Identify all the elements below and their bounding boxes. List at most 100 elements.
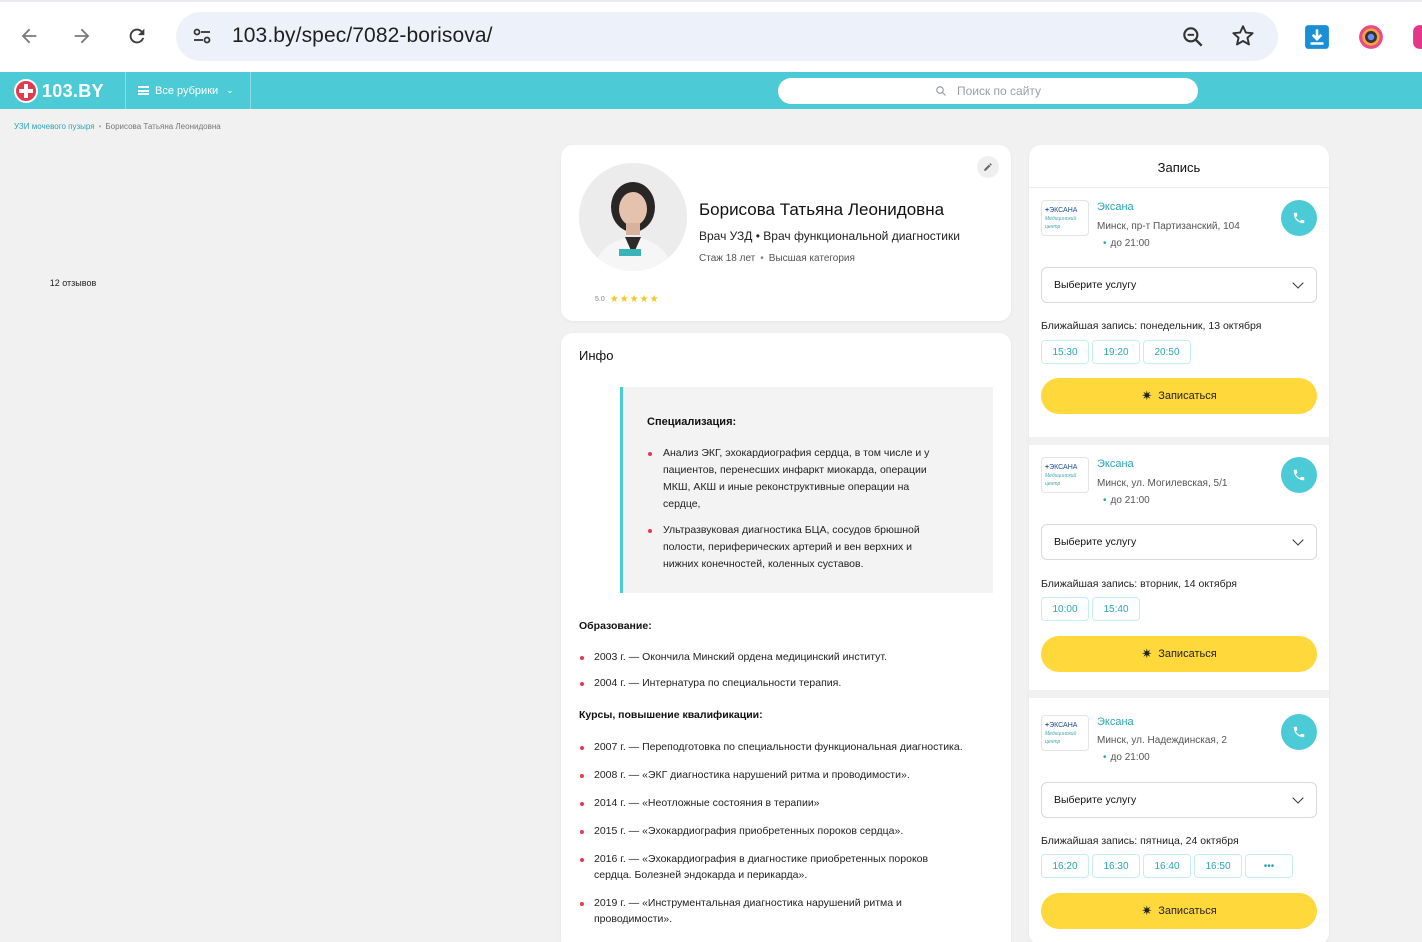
clinic-logo[interactable]: +ЭКСАНА Медицинский центр xyxy=(1041,200,1089,236)
call-button[interactable] xyxy=(1281,200,1317,236)
reload-button[interactable] xyxy=(121,20,153,52)
clinic-name-link[interactable]: Эксана xyxy=(1097,201,1134,213)
chevron-down-icon: ⌄ xyxy=(226,85,234,95)
pencil-icon xyxy=(984,163,992,171)
logo-cross-icon xyxy=(14,79,38,103)
clinic-hours: • до 21:00 xyxy=(1103,495,1150,506)
clinic-logo-subtext: Медицинский центр xyxy=(1045,473,1077,487)
dot-separator: • xyxy=(760,253,764,264)
book-appointment-button[interactable]: ✷ Записаться xyxy=(1041,636,1317,672)
search-placeholder: Поиск по сайту xyxy=(956,84,1042,98)
courses-title: Курсы, повышение квалификации: xyxy=(579,709,763,721)
sparkle-icon: ✷ xyxy=(1141,903,1153,918)
category-text: Высшая категория xyxy=(768,253,855,264)
breadcrumb-current: Борисова Татьяна Леонидовна xyxy=(105,122,221,131)
sparkle-icon: ✷ xyxy=(1141,388,1153,403)
time-slot[interactable]: 16:50 xyxy=(1194,854,1242,878)
list-item: 2016 г. — «Эхокардиография в диагностике… xyxy=(579,851,959,883)
clinic-logo-subtext: Медицинский центр xyxy=(1045,216,1077,230)
site-search-input[interactable]: Поиск по сайту xyxy=(778,78,1198,104)
clinic-logo-text: +ЭКСАНА xyxy=(1045,207,1078,214)
list-item: Анализ ЭКГ, эхокардиография сердца, в то… xyxy=(647,445,947,513)
list-item: 2003 г. — Окончила Минский ордена медици… xyxy=(579,649,999,665)
list-item: 2008 г. — «ЭКГ диагностика нарушений рит… xyxy=(579,767,999,783)
breadcrumb-separator: • xyxy=(98,122,102,131)
arrow-left-icon xyxy=(21,28,37,44)
booking-title: Запись xyxy=(1157,160,1201,175)
service-select[interactable]: Выберите услугу xyxy=(1041,524,1317,560)
time-slot[interactable]: 16:30 xyxy=(1092,854,1140,878)
clinic-logo[interactable]: +ЭКСАНА Медицинский центр xyxy=(1041,715,1089,751)
clinic-logo[interactable]: +ЭКСАНА Медицинский центр xyxy=(1041,457,1089,493)
browser-toolbar: 103.by/spec/7082-borisova/ xyxy=(0,0,1422,72)
call-button[interactable] xyxy=(1281,457,1317,493)
list-item: 2014 г. — «Неотложные состояния в терапи… xyxy=(579,795,999,811)
education-list: 2003 г. — Окончила Минский ордена медици… xyxy=(579,649,999,691)
book-button-label: Записаться xyxy=(1158,905,1217,917)
url-text: 103.by/spec/7082-borisova/ xyxy=(232,24,493,47)
clinic-separator xyxy=(1029,690,1329,698)
reviews-count[interactable]: 12 отзывов xyxy=(33,278,113,288)
doctor-experience: Стаж 18 лет • Высшая категория xyxy=(699,253,855,264)
time-slot[interactable]: 20:50 xyxy=(1143,340,1191,364)
time-slot[interactable]: 16:20 xyxy=(1041,854,1089,878)
book-button-label: Записаться xyxy=(1158,648,1217,660)
nearest-appointment: Ближайшая запись: понедельник, 13 октябр… xyxy=(1041,320,1262,332)
info-title: Инфо xyxy=(579,348,614,363)
profile-extension-icon[interactable] xyxy=(1412,24,1422,50)
site-logo[interactable]: 103.BY xyxy=(14,79,104,103)
time-slot[interactable]: 10:00 xyxy=(1041,597,1089,621)
clinic-name-link[interactable]: Эксана xyxy=(1097,716,1134,728)
clinic-hours: • до 21:00 xyxy=(1103,238,1150,249)
back-button[interactable] xyxy=(13,20,45,52)
forward-button[interactable] xyxy=(66,20,98,52)
service-select-value: Выберите услугу xyxy=(1054,794,1137,806)
list-item: Ультразвуковая диагностика БЦА, сосудов … xyxy=(647,522,947,573)
site-info-icon[interactable] xyxy=(190,24,214,48)
book-appointment-button[interactable]: ✷ Записаться xyxy=(1041,378,1317,414)
clinic-address: Минск, ул. Надеждинская, 2 xyxy=(1097,735,1227,746)
download-extension-icon[interactable] xyxy=(1304,24,1330,50)
list-item: 2007 г. — Переподготовка по специальност… xyxy=(579,739,999,755)
all-rubrics-menu[interactable]: Все рубрики ⌄ xyxy=(125,72,251,109)
arrow-right-icon xyxy=(74,28,90,44)
education-title: Образование: xyxy=(579,620,652,632)
edit-button[interactable] xyxy=(977,156,999,178)
logo-text: 103.BY xyxy=(42,80,104,101)
call-button[interactable] xyxy=(1281,714,1317,750)
rubrics-label: Все рубрики xyxy=(155,84,219,97)
search-icon xyxy=(936,86,946,96)
service-select[interactable]: Выберите услугу xyxy=(1041,782,1317,818)
more-slots-button[interactable]: ••• xyxy=(1245,854,1293,878)
bookmark-star-icon[interactable] xyxy=(1230,23,1256,49)
address-bar[interactable]: 103.by/spec/7082-borisova/ xyxy=(176,12,1278,61)
list-item: 2015 г. — «Эхокардиография приобретенных… xyxy=(579,823,999,839)
clinic-logo-text: +ЭКСАНА xyxy=(1045,464,1078,471)
open-dot-icon: • xyxy=(1103,495,1107,506)
clinic-hours: • до 21:00 xyxy=(1103,752,1150,763)
time-slot[interactable]: 15:30 xyxy=(1041,340,1089,364)
site-header: 103.BY Все рубрики ⌄ Поиск по сайту xyxy=(0,72,1422,109)
doctor-name: Борисова Татьяна Леонидовна xyxy=(699,200,945,219)
service-select[interactable]: Выберите услугу xyxy=(1041,267,1317,303)
list-item: 2019 г. — «Инструментальная диагностика … xyxy=(579,895,939,927)
camera-extension-icon[interactable] xyxy=(1358,24,1384,50)
clinic-address: Минск, пр-т Партизанский, 104 xyxy=(1097,221,1240,232)
breadcrumb-link[interactable]: УЗИ мочевого пузыря xyxy=(14,122,95,131)
experience-text: Стаж 18 лет xyxy=(699,253,756,264)
clinic-logo-text: +ЭКСАНА xyxy=(1045,722,1078,729)
service-select-value: Выберите услугу xyxy=(1054,536,1137,548)
time-slot[interactable]: 15:40 xyxy=(1092,597,1140,621)
clinic-name-link[interactable]: Эксана xyxy=(1097,458,1134,470)
zoom-icon[interactable] xyxy=(1180,24,1206,50)
doctor-avatar xyxy=(579,163,687,271)
nearest-appointment: Ближайшая запись: пятница, 24 октября xyxy=(1041,835,1239,847)
book-appointment-button[interactable]: ✷ Записаться xyxy=(1041,893,1317,929)
specialization-list: Анализ ЭКГ, эхокардиография сердца, в то… xyxy=(647,445,947,582)
service-select-value: Выберите услугу xyxy=(1054,279,1137,291)
clinic-address: Минск, ул. Могилевская, 5/1 xyxy=(1097,478,1228,489)
rating-value: 5.0 xyxy=(595,296,605,303)
time-slot[interactable]: 19:20 xyxy=(1092,340,1140,364)
courses-list: 2007 г. — Переподготовка по специальност… xyxy=(579,739,999,927)
time-slot[interactable]: 16:40 xyxy=(1143,854,1191,878)
